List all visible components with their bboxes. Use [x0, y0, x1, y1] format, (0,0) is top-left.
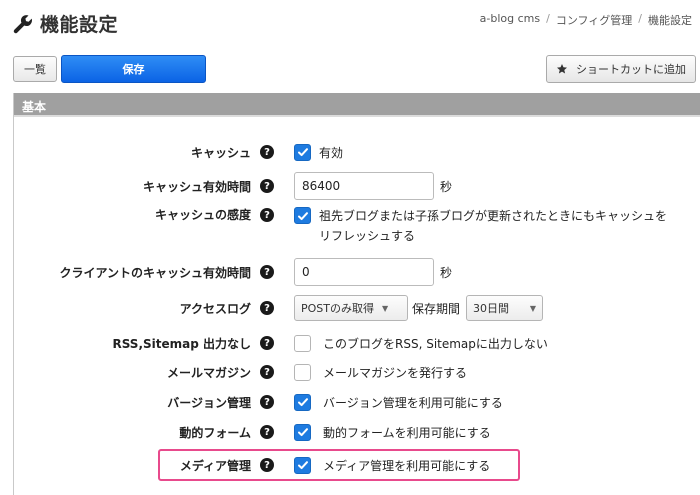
client-cache-expiry-input[interactable] [294, 258, 434, 286]
setting-label: キャッシュの感度 [154, 208, 251, 222]
cache-checkbox[interactable]: 有効 [294, 143, 344, 161]
checkbox-label: メールマガジンを発行する [323, 365, 468, 380]
cache-expiry-input[interactable] [294, 172, 434, 200]
breadcrumb-item-current: 機能設定 [648, 14, 692, 27]
breadcrumb-item-home[interactable]: a-blog cms [480, 12, 540, 28]
setting-label: RSS,Sitemap 出力なし [112, 336, 251, 351]
setting-row-rss-sitemap: RSS,Sitemap 出力なし ? このブログをRSS, Sitemapに出力… [14, 331, 700, 355]
star-icon [557, 64, 567, 74]
help-icon[interactable]: ? [260, 145, 274, 159]
setting-label: キャッシュ有効時間 [142, 179, 251, 194]
checkbox-label: メディア管理を利用可能にする [323, 458, 491, 473]
access-log-select[interactable]: POSTのみ取得 ▼ [294, 295, 408, 321]
add-shortcut-button[interactable]: ショートカットに追加 [546, 55, 696, 83]
dynamic-form-checkbox[interactable]: 動的フォームを利用可能にする [294, 423, 491, 441]
setting-row-version-control: バージョン管理 ? バージョン管理を利用可能にする [14, 390, 700, 414]
checkbox-label: 動的フォームを利用可能にする [323, 425, 491, 440]
checkbox-unchecked[interactable] [294, 334, 311, 352]
setting-row-media-management: メディア管理 ? メディア管理を利用可能にする [14, 453, 700, 477]
help-icon[interactable]: ? [260, 265, 274, 279]
wrench-icon [13, 14, 32, 33]
cache-sensitivity-checkbox[interactable]: 祖先ブログまたは子孫ブログが更新されたときにもキャッシュをリフレッシュする [294, 206, 669, 246]
checkbox-label: 祖先ブログまたは子孫ブログが更新されたときにもキャッシュをリフレッシュする [319, 209, 668, 243]
setting-row-cache-sensitivity: キャッシュの感度 ? 祖先ブログまたは子孫ブログが更新されたときにもキャッシュを… [14, 206, 700, 248]
help-icon[interactable]: ? [260, 458, 274, 472]
title-row: 機能設定 [12, 10, 118, 37]
help-icon[interactable]: ? [260, 336, 274, 350]
help-icon[interactable]: ? [260, 179, 274, 193]
retention-period-select[interactable]: 30日間 ▼ [466, 295, 544, 321]
save-button[interactable]: 保存 [61, 55, 206, 83]
version-control-checkbox[interactable]: バージョン管理を利用可能にする [294, 393, 503, 411]
setting-label: キャッシュ [190, 145, 251, 160]
page-title: 機能設定 [40, 14, 119, 36]
breadcrumb-separator: / [638, 12, 642, 25]
chevron-down-icon: ▼ [382, 303, 389, 313]
setting-row-cache-expiry: キャッシュ有効時間 ? 秒 [14, 171, 700, 201]
checkbox-label: バージョン管理を利用可能にする [323, 395, 503, 410]
setting-row-dynamic-form: 動的フォーム ? 動的フォームを利用可能にする [14, 420, 700, 444]
media-management-checkbox[interactable]: メディア管理を利用可能にする [294, 456, 491, 474]
settings-panel: 基本 キャッシュ ? 有効 キャッシュ有効時間 ? 秒 キャッシュの感度 ? 祖… [13, 93, 700, 495]
rss-sitemap-checkbox[interactable]: このブログをRSS, Sitemapに出力しない [294, 334, 548, 352]
breadcrumb-separator: / [546, 12, 550, 25]
access-log-control: POSTのみ取得 ▼ 保存期間 30日間 ▼ [294, 295, 544, 321]
checkbox-checked[interactable] [294, 393, 311, 411]
unit-label: 秒 [440, 179, 453, 194]
chevron-down-icon: ▼ [529, 303, 537, 313]
checkbox-unchecked[interactable] [294, 363, 311, 381]
checkbox-checked[interactable] [294, 456, 311, 474]
check-icon [297, 398, 308, 407]
list-button[interactable]: 一覧 [13, 56, 57, 82]
help-icon[interactable]: ? [260, 301, 274, 315]
setting-label: 動的フォーム [179, 425, 251, 440]
checkbox-label: このブログをRSS, Sitemapに出力しない [323, 336, 548, 351]
checkbox-checked[interactable] [294, 207, 311, 224]
check-icon [297, 148, 308, 157]
setting-row-mail-magazine: メールマガジン ? メールマガジンを発行する [14, 360, 700, 384]
setting-row-client-cache-expiry: クライアントのキャッシュ有効時間 ? 秒 [14, 257, 700, 287]
setting-label: メディア管理 [179, 458, 251, 473]
select-value: POSTのみ取得 [301, 302, 374, 315]
unit-label: 秒 [440, 265, 453, 280]
help-icon[interactable]: ? [260, 208, 274, 222]
setting-label: バージョン管理 [167, 395, 251, 410]
checkbox-label: 有効 [319, 145, 344, 160]
retention-label: 保存期間 [412, 301, 461, 316]
client-cache-expiry-control: 秒 [294, 258, 452, 286]
setting-label: メールマガジン [166, 365, 251, 380]
check-icon [297, 461, 308, 470]
checkbox-checked[interactable] [294, 143, 311, 161]
help-icon[interactable]: ? [260, 425, 274, 439]
checkbox-checked[interactable] [294, 423, 311, 441]
setting-row-cache: キャッシュ ? 有効 [14, 140, 700, 164]
check-icon [297, 211, 308, 220]
setting-label: アクセスログ [179, 301, 251, 316]
help-icon[interactable]: ? [260, 365, 274, 379]
breadcrumb-item-config[interactable]: コンフィグ管理 [556, 12, 632, 28]
panel-heading: 基本 [14, 93, 700, 117]
check-icon [297, 428, 308, 437]
select-value: 30日間 [473, 302, 510, 315]
breadcrumb: a-blog cms / コンフィグ管理 / 機能設定 [480, 12, 692, 28]
add-shortcut-label: ショートカットに追加 [576, 63, 686, 76]
mail-magazine-checkbox[interactable]: メールマガジンを発行する [294, 363, 468, 381]
setting-row-access-log: アクセスログ ? POSTのみ取得 ▼ 保存期間 30日間 ▼ [14, 294, 700, 322]
cache-expiry-control: 秒 [294, 172, 452, 200]
help-icon[interactable]: ? [260, 395, 274, 409]
setting-label: クライアントのキャッシュ有効時間 [59, 265, 251, 280]
